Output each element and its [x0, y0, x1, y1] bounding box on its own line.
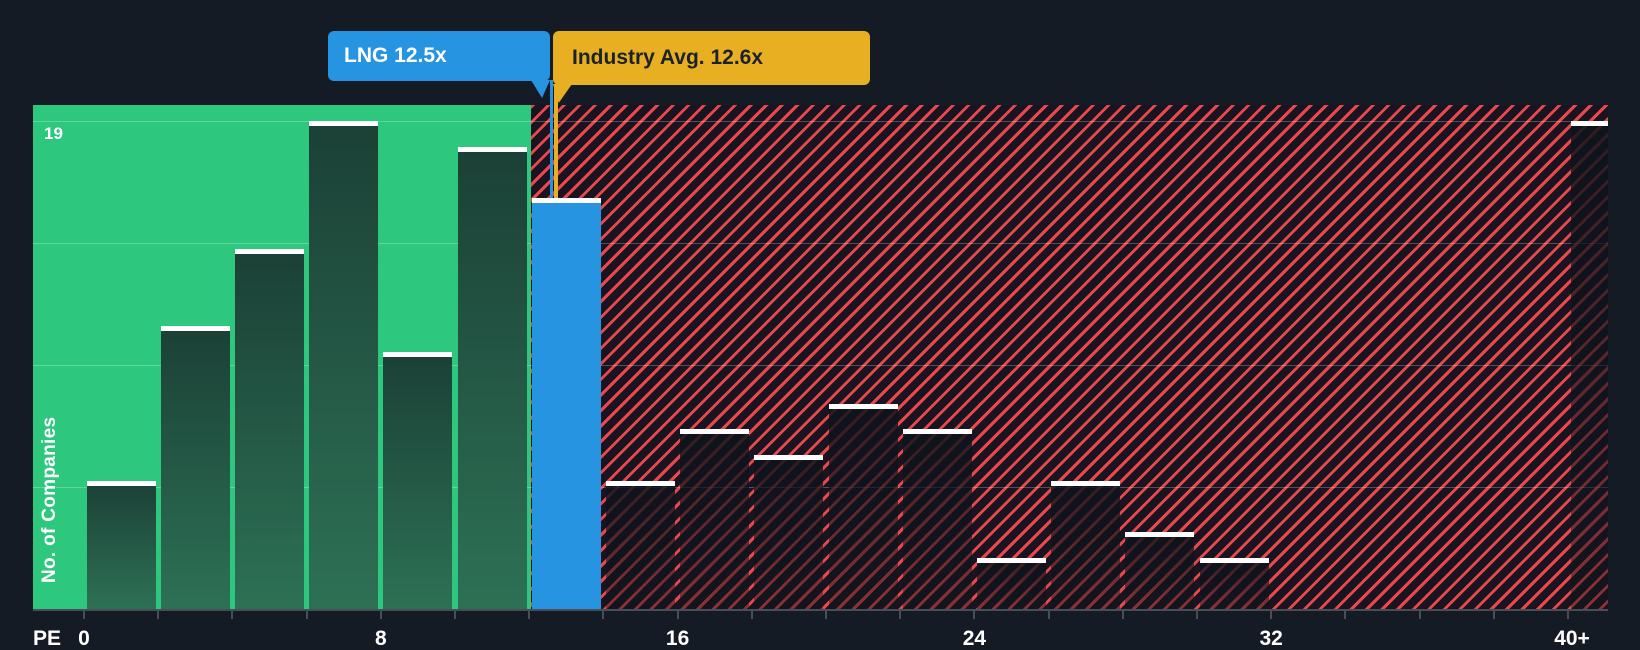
histogram-bar[interactable]	[1051, 480, 1121, 609]
company-tooltip-pointer	[531, 80, 550, 98]
bar-top-cap	[86, 480, 156, 486]
bar-top-cap	[680, 429, 750, 435]
histogram-bar[interactable]	[828, 403, 898, 609]
x-axis-tick	[83, 611, 85, 619]
x-axis-tick	[528, 611, 531, 619]
bar-top-cap	[1051, 480, 1121, 486]
histogram-bar[interactable]	[457, 146, 527, 609]
x-axis-tick	[379, 611, 382, 619]
bar-top-cap	[383, 352, 453, 358]
x-axis-tick	[305, 611, 308, 619]
x-axis-tick	[750, 611, 753, 619]
x-axis-tick	[1492, 611, 1495, 619]
x-axis-tick-label: 40+	[1554, 627, 1590, 650]
histogram-bar[interactable]	[86, 480, 156, 609]
y-max-label: 19	[44, 124, 63, 143]
bar-top-cap	[309, 121, 379, 126]
bar-top-cap	[531, 198, 601, 204]
x-axis-tick	[1567, 611, 1569, 619]
histogram-bar[interactable]	[605, 480, 676, 609]
x-axis-tick-label: 32	[1259, 627, 1283, 650]
pe-histogram-chart: 19 No. of Companies 0 8 16 24 32 40+ PE LNG 1…	[0, 0, 1640, 650]
bar-top-cap	[1570, 121, 1608, 126]
x-axis-tick	[1047, 611, 1050, 619]
histogram-bar[interactable]	[1570, 121, 1608, 609]
x-axis-tick	[1270, 611, 1273, 619]
industry-avg-marker-line	[553, 84, 558, 199]
bar-top-cap	[457, 146, 527, 152]
bar-top-cap	[160, 326, 230, 332]
x-axis-tick	[899, 611, 902, 619]
x-axis-tick-label: 24	[962, 627, 987, 650]
x-axis-tick	[1121, 611, 1124, 619]
histogram-bar[interactable]	[234, 249, 305, 609]
x-axis-tick	[1196, 611, 1198, 619]
company-pe-tooltip-label: LNG 12.5x	[344, 44, 447, 67]
x-axis-tick-label: 16	[665, 627, 690, 650]
x-axis-tick	[973, 611, 976, 619]
company-bar[interactable]	[531, 198, 601, 609]
industry-avg-tooltip-label: Industry Avg. 12.6x	[572, 46, 764, 69]
x-axis-tick	[1418, 611, 1421, 619]
bar-top-cap	[976, 557, 1047, 563]
bar-top-cap	[902, 429, 972, 435]
x-axis-tick	[825, 611, 827, 619]
histogram-bar[interactable]	[976, 557, 1047, 609]
x-axis-tick	[1344, 611, 1347, 619]
bar-top-cap	[754, 454, 824, 460]
histogram-bar[interactable]	[1199, 557, 1269, 609]
x-axis-tick	[157, 611, 160, 619]
company-pe-tooltip[interactable]: LNG 12.5x	[328, 31, 550, 81]
y-axis-label: No. of Companies	[39, 416, 60, 583]
gridline	[33, 243, 1608, 244]
histogram-bar[interactable]	[1125, 531, 1195, 609]
x-axis-line	[33, 609, 1608, 611]
x-axis-tick	[676, 611, 679, 619]
histogram-bar[interactable]	[902, 429, 972, 609]
x-axis-title: PE	[33, 627, 62, 650]
x-axis-tick-label: 0	[78, 627, 90, 650]
histogram-bar[interactable]	[754, 454, 824, 609]
histogram-bar[interactable]	[160, 326, 230, 609]
x-axis-tick	[454, 611, 456, 619]
x-axis-tick-label: 8	[374, 627, 387, 650]
bar-top-cap	[828, 403, 898, 409]
bar-top-cap	[605, 480, 676, 486]
histogram-bar[interactable]	[680, 429, 750, 609]
histogram-bar[interactable]	[309, 121, 379, 609]
bar-top-cap	[234, 249, 305, 255]
x-axis-tick	[602, 611, 605, 619]
bar-top-cap	[1199, 557, 1269, 563]
bar-top-cap	[1125, 531, 1195, 537]
x-axis-tick	[231, 611, 234, 619]
industry-avg-tooltip[interactable]: Industry Avg. 12.6x	[553, 31, 870, 85]
gridline	[33, 121, 1608, 122]
company-pe-marker-line	[549, 80, 553, 199]
histogram-bar[interactable]	[383, 352, 453, 609]
